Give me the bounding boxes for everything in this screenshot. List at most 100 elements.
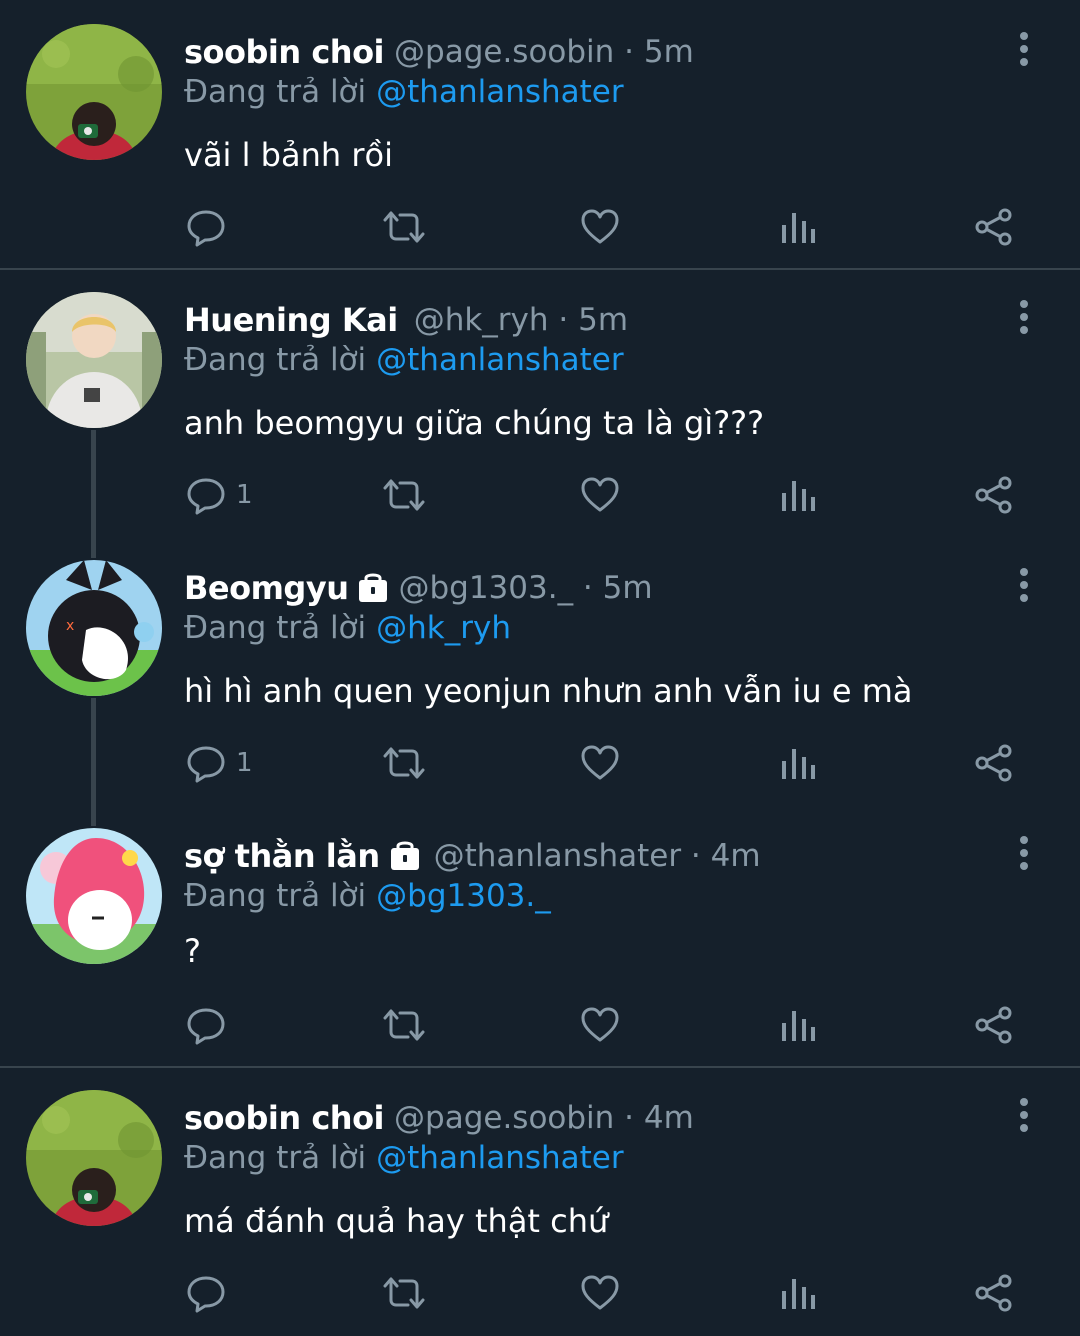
reply-feed: soobin choi @page.soobin · 5m Đang trả l… [0,0,1080,1336]
handle-time: @page.soobin · 4m [394,1100,694,1136]
reply-mention-link[interactable]: @thanlanshater [376,1140,623,1176]
svg-text:x: x [66,618,74,634]
tweet[interactable]: soobin choi @page.soobin · 5m Đang trả l… [0,0,1080,268]
tweet[interactable]: Huening Kai @hk_ryh · 5m Đang trả lời @t… [0,270,1080,536]
like-button[interactable] [580,1000,620,1050]
analytics-button[interactable] [778,738,818,788]
analytics-icon [782,1011,815,1041]
retweet-icon [383,211,425,243]
reply-button[interactable] [186,202,236,252]
retweet-button[interactable] [382,470,426,520]
display-name[interactable]: Huening Kai [184,301,398,339]
reply-icon [187,1276,225,1313]
analytics-button[interactable] [778,1000,818,1050]
display-name[interactable]: Beomgyu [184,569,349,607]
display-name[interactable]: soobin choi [184,1099,385,1137]
handle-time: @bg1303._ · 5m [398,570,653,606]
tweet-header: Beomgyu @bg1303._ · 5m [184,568,653,608]
share-button[interactable] [974,470,1014,520]
share-button[interactable] [974,1000,1014,1050]
retweet-button[interactable] [382,1268,426,1318]
like-button[interactable] [580,202,620,252]
tweet-actions [0,1000,1080,1050]
reply-button[interactable]: 1 [186,738,253,788]
replying-to: Đang trả lời @thanlanshater [184,1138,624,1178]
more-icon[interactable] [1014,1096,1034,1136]
retweet-icon [383,1009,425,1041]
like-button[interactable] [580,738,620,788]
reply-button[interactable] [186,1268,236,1318]
reply-mention-link[interactable]: @thanlanshater [376,74,623,110]
avatar[interactable] [26,828,162,964]
avatar[interactable] [26,24,162,160]
like-button[interactable] [580,470,620,520]
share-button[interactable] [974,202,1014,252]
retweet-button[interactable] [382,1000,426,1050]
reply-mention-link[interactable]: @hk_ryh [376,610,511,646]
analytics-icon [782,1279,815,1309]
like-icon [581,209,619,244]
tweet[interactable]: sợ thằn lằn @thanlanshater · 4m Đang trả… [0,806,1080,1064]
retweet-button[interactable] [382,202,426,252]
analytics-icon [782,749,815,779]
replying-label: Đang trả lời [184,74,367,110]
retweet-icon [383,1277,425,1309]
reply-mention-link[interactable]: @bg1303._ [376,878,551,914]
share-icon [975,208,1012,246]
tweet-text: vãi l bảnh rồi [184,136,393,174]
handle-time: @thanlanshater · 4m [433,838,761,874]
display-name[interactable]: soobin choi [184,33,385,71]
replying-to: Đang trả lời @bg1303._ [184,876,551,916]
tweet[interactable]: x Beomgyu @bg1303._ · 5m Đang trả lời @h… [0,538,1080,804]
reply-button[interactable] [186,1000,236,1050]
analytics-button[interactable] [778,202,818,252]
avatar[interactable]: x [26,560,162,696]
reply-button[interactable]: 1 [186,470,253,520]
more-icon[interactable] [1014,834,1034,874]
replying-label: Đang trả lời [184,878,367,914]
share-icon [975,1006,1012,1044]
tweet-header: soobin choi @page.soobin · 4m [184,1098,694,1138]
tweet-text: hì hì anh quen yeonjun nhưn anh vẫn iu e… [184,672,913,710]
avatar[interactable] [26,1090,162,1226]
like-icon [581,477,619,512]
replying-label: Đang trả lời [184,342,367,378]
tweet-text: má đánh quả hay thật chứ [184,1202,609,1240]
share-icon [975,744,1012,782]
replying-to: Đang trả lời @hk_ryh [184,608,511,648]
retweet-icon [383,747,425,779]
analytics-icon [782,213,815,243]
lock-icon [358,572,388,604]
reply-count: 1 [236,748,253,778]
tweet-header: Huening Kai @hk_ryh · 5m [184,300,628,340]
tweet-header: sợ thằn lằn @thanlanshater · 4m [184,836,761,876]
tweet-actions: 1 [0,738,1080,788]
lock-icon [390,840,420,872]
share-button[interactable] [974,1268,1014,1318]
reply-icon [187,478,225,515]
replying-to: Đang trả lời @thanlanshater [184,72,624,112]
like-icon [581,745,619,780]
replying-label: Đang trả lời [184,610,367,646]
avatar[interactable] [26,292,162,428]
analytics-icon [782,481,815,511]
share-button[interactable] [974,738,1014,788]
tweet-text: ? [184,932,201,970]
reply-mention-link[interactable]: @thanlanshater [376,342,623,378]
replying-label: Đang trả lời [184,1140,367,1176]
like-button[interactable] [580,1268,620,1318]
like-icon [581,1007,619,1042]
share-icon [975,1274,1012,1312]
retweet-button[interactable] [382,738,426,788]
more-icon[interactable] [1014,298,1034,338]
tweet-actions [0,202,1080,252]
reply-count: 1 [236,480,253,510]
display-name[interactable]: sợ thằn lằn [184,837,380,875]
tweet[interactable]: soobin choi @page.soobin · 4m Đang trả l… [0,1068,1080,1336]
reply-icon [187,210,225,247]
handle-time: @page.soobin · 5m [394,34,694,70]
more-icon[interactable] [1014,566,1034,606]
more-icon[interactable] [1014,30,1034,70]
analytics-button[interactable] [778,1268,818,1318]
analytics-button[interactable] [778,470,818,520]
